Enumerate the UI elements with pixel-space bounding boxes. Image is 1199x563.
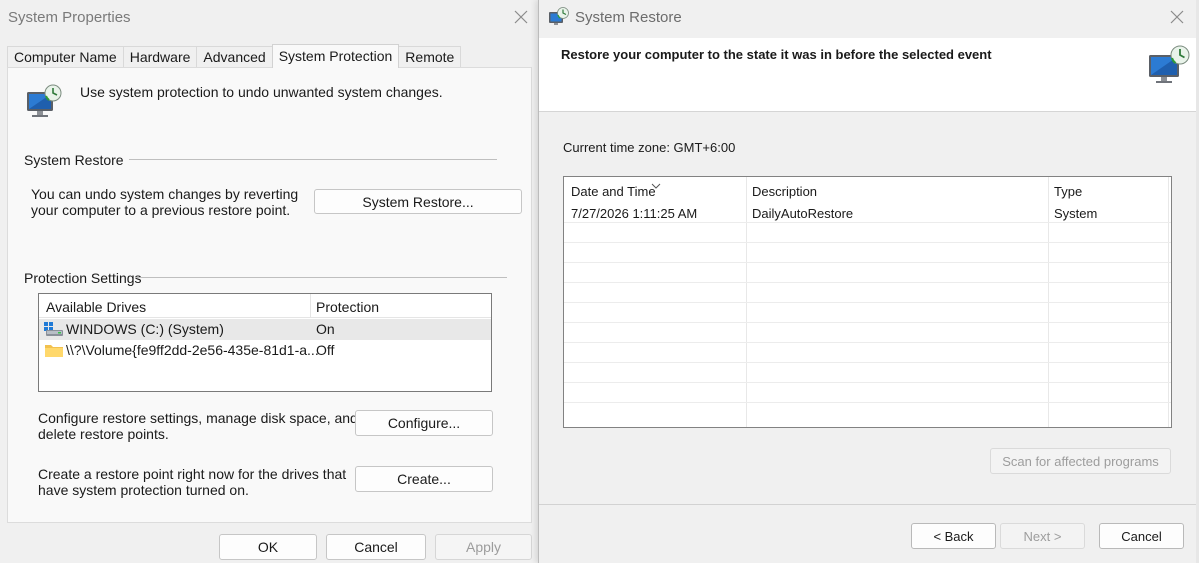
column-header-type[interactable]: Type: [1054, 184, 1082, 199]
restore-point-description: DailyAutoRestore: [752, 206, 854, 221]
tab-advanced[interactable]: Advanced: [196, 46, 273, 68]
intro-text: Use system protection to undo unwanted s…: [80, 84, 443, 100]
tab-bar: Computer Name Hardware Advanced System P…: [7, 44, 462, 68]
system-restore-group-label: System Restore: [24, 152, 124, 168]
system-restore-window: System Restore Restore your computer to …: [538, 0, 1199, 563]
drive-protection-status: Off: [316, 342, 335, 358]
restore-point-type: System: [1054, 206, 1098, 221]
back-button[interactable]: < Back: [911, 523, 996, 549]
configure-description: Configure restore settings, manage disk …: [38, 410, 358, 442]
system-restore-icon: [1146, 43, 1192, 87]
footer-divider: [539, 504, 1199, 505]
create-button[interactable]: Create...: [355, 466, 493, 492]
drives-list[interactable]: Available Drives Protection WINDOWS (C:)…: [38, 293, 492, 392]
wizard-heading: Restore your computer to the state it wa…: [561, 47, 992, 62]
restore-point-date: 7/27/2026 1:11:25 AM: [571, 206, 698, 221]
column-header-protection[interactable]: Protection: [316, 299, 379, 315]
window-title: System Restore: [575, 9, 682, 26]
configure-button[interactable]: Configure...: [355, 410, 493, 436]
table-row[interactable]: 7/27/2026 1:11:25 AM DailyAutoRestore Sy…: [564, 203, 1171, 223]
cancel-button[interactable]: Cancel: [326, 534, 426, 560]
column-header-date[interactable]: Date and Time: [571, 184, 656, 199]
column-header-description[interactable]: Description: [752, 184, 817, 199]
window-title: System Properties: [8, 9, 131, 26]
sort-descending-icon: [651, 177, 661, 189]
drive-name: \\?\Volume{fe9ff2dd-2e56-435e-81d1-a...: [66, 342, 319, 358]
time-zone-label: Current time zone: GMT+6:00: [563, 140, 736, 155]
drive-row[interactable]: WINDOWS (C:) (System) On: [39, 319, 491, 340]
drive-name: WINDOWS (C:) (System): [66, 321, 224, 337]
close-icon[interactable]: [508, 3, 534, 31]
create-description: Create a restore point right now for the…: [38, 466, 347, 498]
drive-protection-status: On: [316, 321, 335, 337]
apply-button[interactable]: Apply: [435, 534, 532, 560]
next-button[interactable]: Next >: [1000, 523, 1085, 549]
system-drive-icon: [44, 321, 64, 337]
group-divider: [135, 277, 507, 278]
tab-computer-name[interactable]: Computer Name: [7, 46, 124, 68]
cancel-button[interactable]: Cancel: [1099, 523, 1184, 549]
protection-settings-group-label: Protection Settings: [24, 270, 142, 286]
tab-remote[interactable]: Remote: [398, 46, 462, 68]
wizard-header: Restore your computer to the state it wa…: [539, 38, 1199, 112]
close-icon[interactable]: [1163, 3, 1191, 31]
restore-description: You can undo system changes by reverting…: [31, 186, 299, 218]
group-divider: [129, 159, 497, 160]
system-restore-button[interactable]: System Restore...: [314, 189, 522, 214]
system-protection-icon: [24, 83, 64, 121]
column-header-drives[interactable]: Available Drives: [46, 299, 146, 315]
folder-icon: [44, 343, 64, 358]
tab-system-protection[interactable]: System Protection: [271, 44, 400, 68]
restore-points-table[interactable]: Date and Time Description Type 7/27/2026…: [563, 176, 1172, 428]
drive-row[interactable]: \\?\Volume{fe9ff2dd-2e56-435e-81d1-a... …: [39, 340, 491, 361]
ok-button[interactable]: OK: [219, 534, 317, 560]
scan-affected-programs-button[interactable]: Scan for affected programs: [990, 448, 1171, 474]
system-properties-window: System Properties Computer Name Hardware…: [0, 0, 540, 563]
drives-list-header: Available Drives Protection: [39, 294, 491, 318]
system-restore-icon: [548, 6, 570, 28]
tab-hardware[interactable]: Hardware: [122, 46, 198, 68]
title-bar: System Restore: [539, 0, 1199, 38]
